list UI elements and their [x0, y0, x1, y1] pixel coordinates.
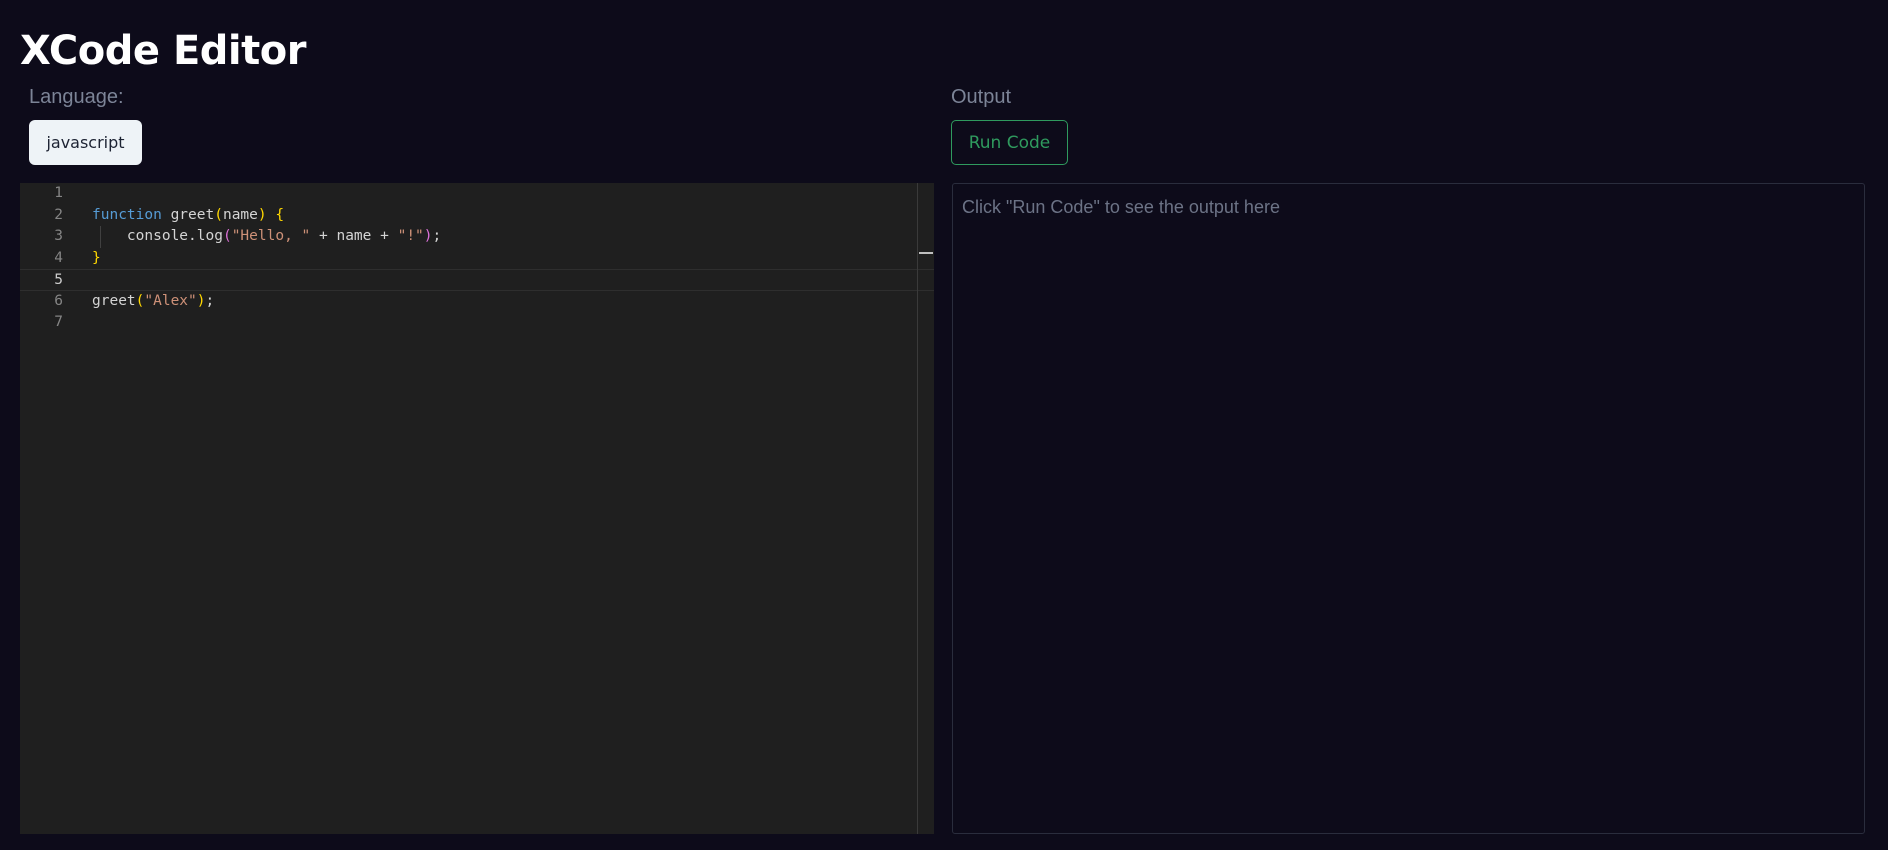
output-panel: Click "Run Code" to see the output here — [952, 183, 1865, 834]
run-code-button[interactable]: Run Code — [951, 120, 1068, 165]
page-title: XCode Editor — [20, 28, 306, 74]
paren-close: ) — [423, 228, 433, 244]
line-number: 3 — [54, 228, 63, 244]
line-code: } — [92, 248, 101, 270]
identifier-greet: greet — [170, 206, 215, 223]
paren-open: ( — [214, 206, 223, 223]
keyword-function: function — [92, 206, 162, 223]
line-number: 4 — [54, 249, 63, 266]
code-line-2[interactable]: 2 function greet(name) { — [20, 205, 934, 227]
line-code: function greet(name) { — [92, 205, 284, 227]
identifier-greet: greet — [92, 292, 136, 309]
language-label: Language: — [29, 86, 124, 108]
paren-close: ) — [257, 206, 267, 223]
line-number: 2 — [54, 206, 63, 223]
code-line-3[interactable]: 3 console.log("Hello, " + name + "!"); — [20, 226, 934, 248]
code-line-6[interactable]: 6 greet("Alex"); — [20, 291, 934, 313]
line-code: greet("Alex"); — [92, 292, 215, 309]
paren-close: ) — [196, 292, 206, 309]
line-code: console.log("Hello, " + name + "!"); — [126, 228, 442, 244]
line-number: 5 — [54, 272, 63, 288]
identifier-name: name — [336, 228, 372, 244]
string-alex: "Alex" — [144, 292, 197, 309]
line-number: 6 — [54, 292, 63, 309]
string-hello: "Hello, " — [231, 228, 311, 244]
string-bang: "!" — [397, 228, 424, 244]
code-line-4[interactable]: 4 } — [20, 248, 934, 270]
brace-close: } — [92, 249, 101, 266]
param-name: name — [222, 206, 258, 223]
language-select-button[interactable]: javascript — [29, 120, 142, 165]
brace-open: { — [275, 206, 285, 223]
line-number: 1 — [54, 185, 63, 201]
editor-scrollbar[interactable] — [917, 183, 918, 834]
scrollbar-cursor-marker — [919, 252, 933, 254]
output-placeholder: Click "Run Code" to see the output here — [962, 197, 1280, 217]
code-line-1[interactable]: 1 — [20, 183, 934, 205]
output-label: Output — [951, 86, 1012, 108]
code-editor[interactable]: 1 2 function greet(name) { 3 console.log… — [20, 183, 934, 834]
code-line-5[interactable]: 5 — [20, 269, 934, 291]
paren-open: ( — [222, 228, 232, 244]
code-line-7[interactable]: 7 — [20, 312, 934, 334]
indent-guide — [100, 226, 101, 248]
line-number: 7 — [54, 314, 63, 330]
identifier-console-log: console.log — [126, 228, 223, 244]
app-root: XCode Editor Language: javascript Output… — [0, 0, 1888, 850]
